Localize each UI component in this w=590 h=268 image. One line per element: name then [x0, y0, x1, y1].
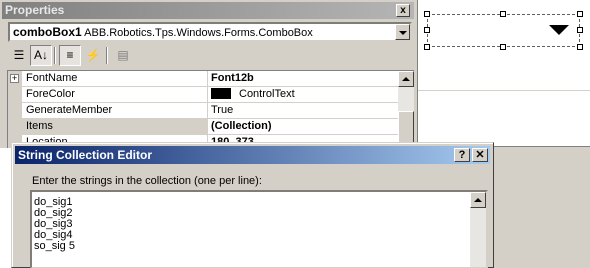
combobox-preview[interactable] — [424, 11, 583, 50]
property-row-generatemember[interactable]: GenerateMember True — [8, 103, 399, 119]
string-collection-editor-dialog: String Collection Editor ? ✕ Enter the s… — [11, 142, 494, 268]
object-name: comboBox1 — [13, 25, 82, 39]
alphabetical-icon[interactable]: A↓ — [30, 45, 52, 66]
properties-title: Properties — [5, 3, 65, 17]
property-name: ForeColor — [22, 87, 208, 103]
dialog-title: String Collection Editor — [18, 148, 152, 162]
form-designer-canvas — [418, 91, 590, 147]
object-selector-dropdown-button[interactable] — [395, 24, 410, 40]
properties-title-bar: Properties x — [2, 2, 414, 19]
row-gutter — [8, 119, 22, 135]
property-name: GenerateMember — [22, 103, 208, 119]
events-icon[interactable]: ⚡ — [82, 45, 104, 66]
resize-handle[interactable] — [424, 44, 430, 50]
strings-list: do_sig1 do_sig2 do_sig3 do_sig4 so_sig 5 — [34, 197, 75, 252]
property-value[interactable]: True — [208, 103, 399, 119]
object-type: ABB.Robotics.Tps.Windows.Forms.ComboBox — [84, 27, 313, 39]
string-line: so_sig 5 — [34, 240, 75, 252]
property-name: FontName — [22, 71, 208, 87]
resize-handle[interactable] — [577, 11, 583, 17]
property-value[interactable]: (Collection) — [208, 119, 399, 135]
strings-textarea[interactable]: do_sig1 do_sig2 do_sig3 do_sig4 so_sig 5 — [30, 190, 488, 268]
property-grid-scrollbar[interactable] — [398, 71, 414, 148]
row-gutter — [8, 87, 22, 103]
row-gutter — [8, 103, 22, 119]
toolbar-separator — [106, 47, 108, 64]
properties-close-button[interactable]: x — [396, 4, 410, 17]
property-name: Items — [22, 119, 208, 135]
scroll-up-icon[interactable] — [470, 192, 486, 208]
dialog-title-bar: String Collection Editor ? ✕ — [15, 146, 490, 164]
resize-handle[interactable] — [500, 11, 506, 17]
property-value[interactable]: ControlText — [208, 87, 399, 103]
expand-icon[interactable]: + — [10, 74, 19, 83]
property-value-text: ControlText — [239, 88, 295, 100]
property-grid: + FontName Font12b ForeColor ControlText… — [7, 70, 414, 148]
resize-handle[interactable] — [577, 27, 583, 33]
categorized-icon[interactable]: ☰ — [8, 45, 30, 66]
dropdown-arrow-icon — [549, 25, 569, 35]
color-swatch — [211, 88, 231, 99]
property-row-fontname[interactable]: + FontName Font12b — [8, 71, 399, 87]
toolbar-separator — [54, 47, 56, 64]
row-gutter: + — [8, 71, 22, 87]
resize-handle[interactable] — [424, 27, 430, 33]
resize-handle[interactable] — [424, 11, 430, 17]
close-button[interactable]: ✕ — [472, 148, 488, 162]
property-row-items[interactable]: Items (Collection) — [8, 119, 399, 135]
resize-handle[interactable] — [577, 44, 583, 50]
scroll-up-icon[interactable] — [398, 71, 414, 87]
property-pages-icon[interactable]: ▤ — [112, 45, 134, 66]
resize-handle[interactable] — [500, 44, 506, 50]
properties-icon[interactable]: ≡ — [59, 45, 81, 66]
object-selector[interactable]: comboBox1 ABB.Robotics.Tps.Windows.Forms… — [8, 22, 412, 42]
property-value[interactable]: Font12b — [208, 71, 399, 87]
help-button[interactable]: ? — [454, 148, 470, 162]
properties-window: Properties x comboBox1 ABB.Robotics.Tps.… — [0, 0, 418, 148]
textarea-scrollbar[interactable] — [470, 192, 486, 267]
dialog-prompt: Enter the strings in the collection (one… — [32, 175, 262, 187]
property-row-forecolor[interactable]: ForeColor ControlText — [8, 87, 399, 103]
